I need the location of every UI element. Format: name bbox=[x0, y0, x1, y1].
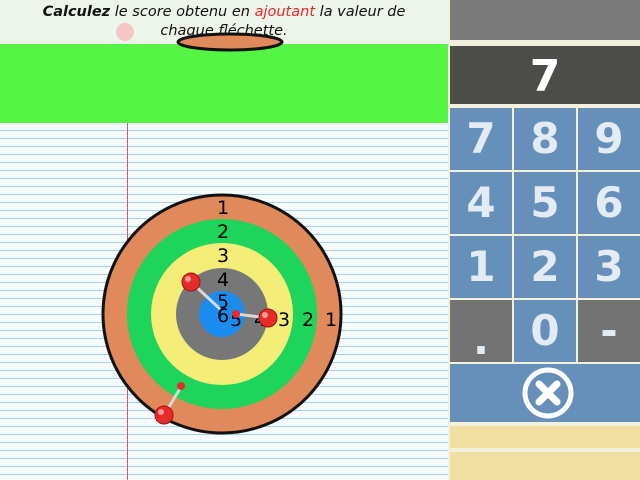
ring-label-top-3: 3 bbox=[217, 245, 229, 267]
key-8[interactable]: 8 bbox=[514, 108, 576, 170]
key-9[interactable]: 9 bbox=[578, 108, 640, 170]
panel-header bbox=[450, 0, 640, 40]
keypad: 7 8 9 4 5 6 1 2 3 . 0 - bbox=[450, 108, 640, 364]
game-area: 1 2 3 4 5 6 5 4 3 2 1 bbox=[0, 0, 448, 480]
ring-label-right-1: 1 bbox=[325, 309, 337, 331]
key-5[interactable]: 5 bbox=[514, 172, 576, 234]
key-0[interactable]: 0 bbox=[514, 300, 576, 362]
key-7[interactable]: 7 bbox=[450, 108, 512, 170]
answer-display: 7 bbox=[450, 46, 640, 104]
keypad-panel: 7 7 8 9 4 5 6 1 2 3 . 0 - bbox=[448, 0, 640, 480]
ring-label-top-4: 4 bbox=[217, 269, 229, 291]
bottom-bar-1 bbox=[450, 426, 640, 448]
key-1[interactable]: 1 bbox=[450, 236, 512, 298]
key-2[interactable]: 2 bbox=[514, 236, 576, 298]
key-decimal[interactable]: . bbox=[450, 300, 512, 364]
bottom-bar-2 bbox=[450, 452, 640, 480]
ring-label-right-2: 2 bbox=[302, 309, 314, 331]
instruction-line-1: Calculez le score obtenu en ajoutant la … bbox=[42, 4, 406, 20]
key-3[interactable]: 3 bbox=[578, 236, 640, 298]
dartboard-scene: 1 2 3 4 5 6 5 4 3 2 1 bbox=[101, 23, 343, 435]
key-4[interactable]: 4 bbox=[450, 172, 512, 234]
key-minus[interactable]: - bbox=[578, 300, 640, 362]
ring-label-top-1: 1 bbox=[217, 197, 229, 219]
instruction-text: Calculez le score obtenu en ajoutant la … bbox=[0, 0, 448, 44]
close-circle-icon bbox=[522, 367, 574, 419]
instruction-line-2: chaque fléchette. bbox=[160, 23, 288, 39]
ring-label-top-2: 2 bbox=[217, 221, 229, 243]
ring-label-right-3: 3 bbox=[278, 309, 290, 331]
key-6[interactable]: 6 bbox=[578, 172, 640, 234]
clear-button[interactable] bbox=[450, 364, 640, 422]
